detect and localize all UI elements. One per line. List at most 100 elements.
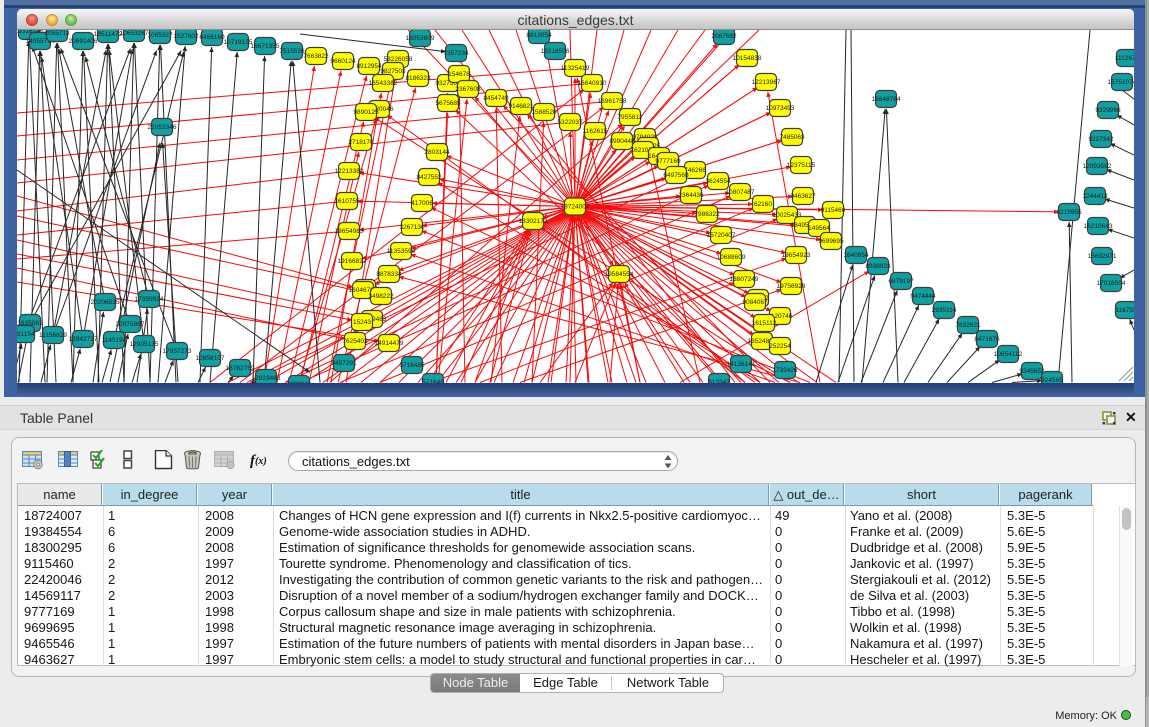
svg-text:9329966: 9329966 (1095, 107, 1121, 114)
svg-text:1112674: 1112674 (1115, 55, 1134, 62)
svg-text:7357234: 7357234 (443, 50, 469, 57)
svg-text:10958107: 10958107 (196, 355, 225, 362)
svg-text:8938923: 8938923 (865, 263, 891, 270)
svg-text:6497568: 6497568 (663, 172, 689, 179)
svg-text:1588520: 1588520 (531, 109, 557, 116)
svg-text:17016504: 17016504 (1097, 280, 1126, 287)
svg-text:9245652: 9245652 (1019, 368, 1045, 375)
svg-text:15751074: 15751074 (1108, 79, 1134, 86)
svg-text:3498222: 3498222 (368, 293, 394, 300)
svg-text:12093582: 12093582 (1083, 163, 1112, 170)
svg-text:2718170: 2718170 (348, 139, 374, 146)
svg-text:3624554: 3624554 (705, 178, 731, 185)
svg-text:11353594: 11353594 (387, 248, 416, 255)
svg-text:15243: 15243 (353, 319, 371, 326)
svg-text:2364436: 2364436 (678, 192, 704, 199)
svg-text:9227342: 9227342 (1088, 136, 1114, 143)
svg-text:1640954: 1640954 (843, 252, 869, 259)
svg-text:19218506: 19218506 (541, 48, 570, 55)
svg-text:12905135: 12905135 (130, 341, 159, 348)
svg-text:11325419: 11325419 (561, 65, 590, 72)
svg-text:8186323: 8186323 (405, 75, 431, 82)
svg-text:252254: 252254 (769, 343, 791, 350)
svg-text:16671355: 16671355 (251, 43, 280, 50)
svg-text:12213382: 12213382 (335, 168, 364, 175)
svg-text:18511472: 18511472 (94, 31, 123, 38)
svg-text:15692971: 15692971 (1088, 253, 1117, 260)
svg-text:10154838: 10154838 (733, 55, 762, 62)
svg-text:17957273: 17957273 (163, 348, 192, 355)
svg-text:16210643: 16210643 (1084, 223, 1113, 230)
svg-text:18724007: 18724007 (561, 204, 590, 211)
svg-text:6466160: 6466160 (199, 34, 225, 41)
svg-text:7986322: 7986322 (694, 211, 720, 218)
svg-text:16053809: 16053809 (406, 35, 435, 42)
svg-text:19166827: 19166827 (338, 258, 367, 265)
svg-text:9890125: 9890125 (353, 109, 379, 116)
svg-text:9660124: 9660124 (330, 58, 356, 65)
svg-text:8878334: 8878334 (376, 271, 402, 278)
svg-text:16961758: 16961758 (598, 98, 627, 105)
svg-text:1145194: 1145194 (102, 337, 127, 344)
svg-text:11156829: 11156829 (39, 332, 67, 339)
svg-text:1527602: 1527602 (173, 33, 199, 40)
svg-text:1733426: 1733426 (772, 367, 798, 374)
svg-text:1244413: 1244413 (1082, 193, 1108, 200)
svg-text:2087682: 2087682 (711, 33, 737, 40)
svg-text:16543382: 16543382 (369, 80, 398, 87)
svg-text:14136141: 14136141 (727, 361, 756, 368)
svg-text:8912954: 8912954 (356, 63, 382, 70)
svg-text:19654923: 19654923 (782, 252, 811, 259)
svg-text:9457291: 9457291 (331, 360, 357, 367)
svg-text:16640910: 16640910 (578, 80, 607, 87)
svg-text:391154: 391154 (17, 331, 35, 338)
svg-text:8454749: 8454749 (483, 95, 509, 102)
svg-text:7955812: 7955812 (617, 114, 643, 121)
svg-text:18807249: 18807249 (730, 276, 759, 283)
svg-text:1162615: 1162615 (583, 128, 608, 135)
svg-text:15720407: 15720407 (707, 232, 736, 239)
svg-text:9084067: 9084067 (742, 299, 768, 306)
svg-text:5716485: 5716485 (399, 362, 425, 369)
svg-text:9463627: 9463627 (790, 193, 816, 200)
svg-text:10807487: 10807487 (726, 189, 755, 196)
svg-text:12213967: 12213967 (752, 79, 781, 86)
svg-text:9115460: 9115460 (821, 207, 846, 214)
svg-text:1292346: 1292346 (286, 381, 312, 383)
svg-text:6879197: 6879197 (888, 278, 914, 285)
svg-text:5322037: 5322037 (557, 119, 583, 126)
svg-text:5675685: 5675685 (435, 100, 461, 107)
svg-text:10653267: 10653267 (120, 30, 149, 37)
svg-text:1610755: 1610755 (334, 198, 360, 205)
svg-text:2803144: 2803144 (424, 149, 450, 156)
svg-text:913342: 913342 (708, 379, 730, 383)
svg-text:30975867: 30975867 (116, 321, 145, 328)
svg-text:8813054: 8813054 (526, 32, 552, 39)
svg-text:8471676: 8471676 (974, 336, 1000, 343)
svg-text:17359924: 17359924 (135, 296, 164, 303)
svg-text:8990448: 8990448 (609, 138, 635, 145)
svg-text:9699695: 9699695 (818, 238, 844, 245)
svg-text:12942737: 12942737 (69, 336, 98, 343)
svg-text:10719135: 10719135 (224, 39, 253, 46)
svg-text:10654112: 10654112 (994, 351, 1023, 358)
svg-text:20206535: 20206535 (91, 299, 120, 306)
svg-text:9146821: 9146821 (508, 103, 534, 110)
svg-text:417006: 417006 (411, 200, 433, 207)
svg-text:19584554: 19584554 (605, 271, 634, 278)
svg-text:3267130: 3267130 (399, 224, 425, 231)
svg-text:7663822: 7663822 (303, 53, 329, 60)
svg-text:924565: 924565 (1041, 377, 1063, 383)
svg-text:10973493: 10973493 (766, 105, 795, 112)
svg-text:10688609: 10688609 (717, 254, 746, 261)
svg-text:16648784: 16648784 (872, 96, 901, 103)
svg-text:20691406: 20691406 (69, 38, 98, 45)
svg-text:12923468: 12923468 (252, 375, 281, 382)
svg-text:154678: 154678 (448, 71, 470, 78)
svg-text:16782759: 16782759 (226, 365, 255, 372)
svg-text:9474444: 9474444 (910, 293, 936, 300)
svg-text:2935114: 2935114 (932, 307, 957, 314)
svg-text:12375115: 12375115 (787, 162, 816, 169)
svg-text:9777169: 9777169 (655, 158, 681, 165)
svg-text:19654983: 19654983 (335, 228, 364, 235)
